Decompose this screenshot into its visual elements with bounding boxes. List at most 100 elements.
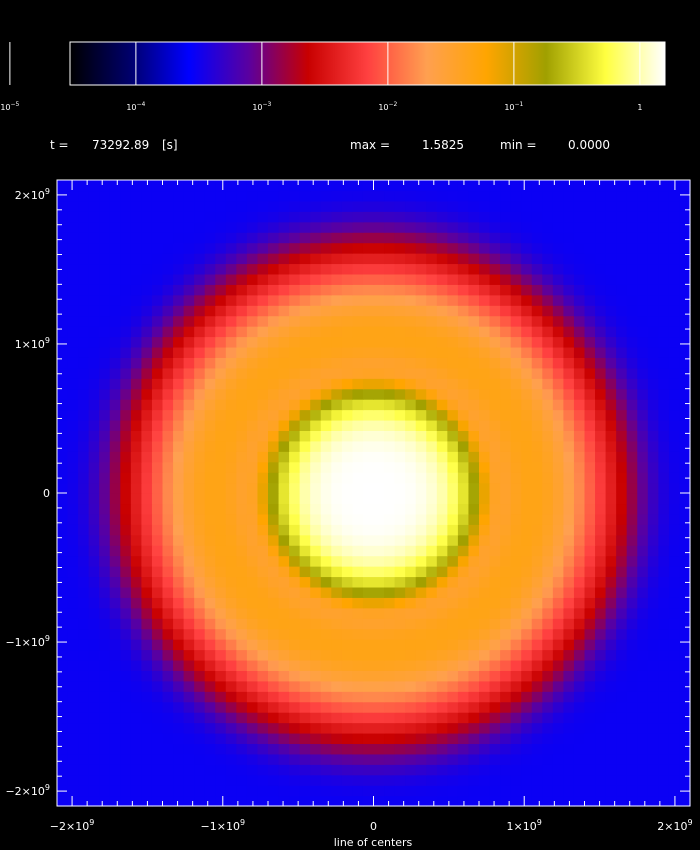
heatmap-cell [658,722,670,734]
heatmap-cell [468,670,480,682]
heatmap-cell [384,284,396,296]
heatmap-cell [320,680,332,692]
heatmap-cell [352,659,364,671]
heatmap-cell [605,513,617,525]
heatmap-cell [626,409,638,421]
heatmap-cell [109,639,121,651]
heatmap-cell [310,180,322,192]
heatmap-cell [415,586,427,598]
heatmap-cell [236,430,248,442]
heatmap-cell [373,294,385,306]
heatmap-cell [194,294,206,306]
heatmap-cell [78,378,90,390]
heatmap-cell [479,639,491,651]
heatmap-cell [405,513,417,525]
heatmap-cell [573,336,586,348]
heatmap-cell [647,367,659,379]
heatmap-cell [204,722,216,734]
heatmap-cell [278,242,290,254]
heatmap-cell [521,493,533,505]
heatmap-cell [637,200,649,212]
heatmap-cell [647,430,659,442]
heatmap-cell [341,461,353,473]
heatmap-cell [204,336,216,348]
heatmap-cell [57,712,69,724]
heatmap-cell [637,326,649,338]
heatmap-cell [67,346,79,358]
heatmap-cell [352,336,364,348]
heatmap-cell [57,190,69,202]
heatmap-cell [362,555,375,567]
heatmap-cell [500,649,512,661]
heatmap-cell [67,315,79,327]
heatmap-cell [194,211,206,223]
heatmap-cell [384,482,396,494]
heatmap-cell [447,639,459,651]
heatmap-cell [489,753,501,765]
heatmap-cell [278,586,290,598]
heatmap-cell [88,680,100,692]
heatmap-cell [584,461,596,473]
heatmap-cell [457,586,470,598]
heatmap-cell [489,242,501,254]
heatmap-cell [183,659,195,671]
heatmap-cell [373,367,385,379]
heatmap-cell [162,190,174,202]
heatmap-cell [246,639,259,651]
heatmap-cell [88,659,100,671]
heatmap-cell [616,576,628,588]
heatmap-cell [225,534,237,546]
heatmap-cell [215,576,227,588]
heatmap-cell [257,284,269,296]
heatmap-cell [141,440,153,452]
heatmap-cell [468,743,480,755]
heatmap-cell [310,242,322,254]
heatmap-cell [215,555,227,567]
heatmap-cell [426,774,438,786]
heatmap-cell [204,586,216,598]
heatmap-cell [658,545,670,557]
heatmap-cell [605,659,617,671]
heatmap-cell [426,482,438,494]
heatmap-cell [584,263,596,275]
heatmap-cell [320,305,332,317]
heatmap-cell [173,440,185,452]
heatmap-cell [489,670,501,682]
heatmap-cell [341,253,353,265]
heatmap-cell [542,712,554,724]
heatmap-cell [246,753,259,765]
heatmap-cell [320,649,332,661]
heatmap-cell [405,743,417,755]
heatmap-cell [194,367,206,379]
heatmap-cell [320,263,332,275]
heatmap-cell [341,680,353,692]
heatmap-cell [479,378,491,390]
heatmap-cell [468,284,480,296]
heatmap-cell [647,795,659,807]
heatmap-cell [173,399,185,411]
heatmap-cell [542,253,554,265]
heatmap-cell [405,315,417,327]
heatmap-cell [521,367,533,379]
heatmap-cell [67,284,79,296]
heatmap-cell [225,357,237,369]
heatmap-cell [173,764,185,776]
heatmap-cell [215,566,227,578]
heatmap-cell [552,701,564,713]
heatmap-cell [373,586,385,598]
heatmap-cell [215,785,227,797]
heatmap-cell [384,743,396,755]
heatmap-cell [331,305,343,317]
heatmap-cell [320,732,332,744]
heatmap-cell [616,242,628,254]
heatmap-cell [605,430,617,442]
heatmap-cell [257,461,269,473]
heatmap-cell [436,576,448,588]
heatmap-cell [78,586,90,598]
heatmap-cell [489,482,501,494]
heatmap-cell [584,326,596,338]
heatmap-cell [595,503,607,515]
heatmap-cell [384,190,396,202]
heatmap-cell [194,430,206,442]
heatmap-cell [99,357,111,369]
